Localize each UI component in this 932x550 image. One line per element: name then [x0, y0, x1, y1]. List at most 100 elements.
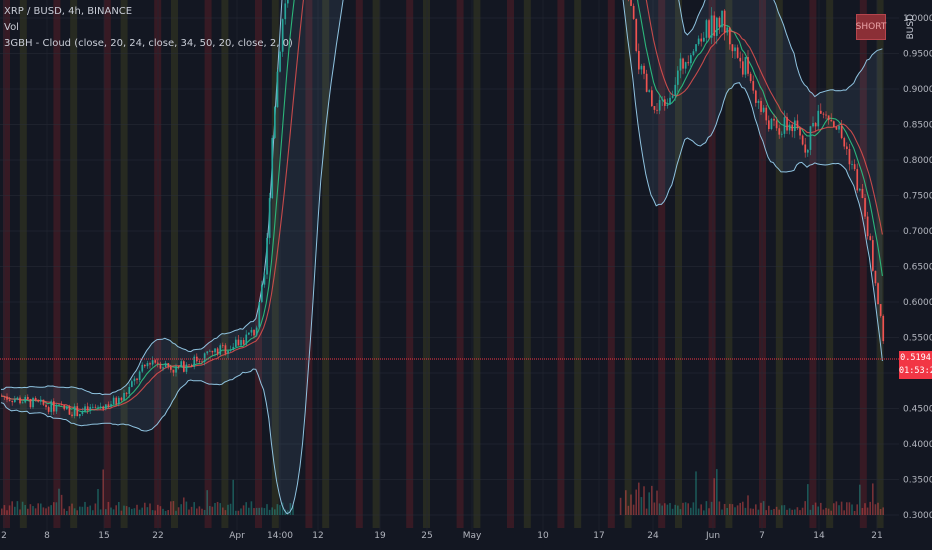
volume-bar	[198, 506, 201, 515]
candle-body	[198, 361, 201, 363]
candle-body	[216, 348, 219, 355]
volume-bar	[53, 502, 55, 515]
candle-body	[92, 406, 94, 408]
volume-legend[interactable]: Vol	[4, 20, 293, 36]
candle-body	[84, 406, 86, 412]
volume-bar	[268, 509, 271, 515]
volume-bar	[123, 505, 125, 515]
symbol-title[interactable]: XRP / BUSD, 4h, BINANCE	[4, 4, 293, 20]
candle-body	[742, 61, 744, 75]
volume-bar	[81, 506, 84, 515]
price-axis[interactable]: 0.30000.35000.40000.45000.50000.55000.60…	[903, 14, 932, 521]
candle-body	[141, 364, 144, 372]
candle-body	[643, 65, 645, 74]
volume-bar	[684, 502, 687, 515]
volume-bar	[869, 501, 871, 515]
price-chart[interactable]: 0.30000.35000.40000.45000.50000.55000.60…	[0, 0, 932, 550]
short-signal-badge: SHORT	[856, 14, 886, 40]
candle-body	[245, 334, 248, 345]
session-stripe	[473, 0, 481, 528]
volume-bar	[679, 509, 682, 515]
volume-bar	[37, 503, 39, 515]
indicator-legend[interactable]: 3GBH - Cloud (close, 20, 24, close, 34, …	[4, 36, 293, 52]
time-tick-label: 24	[647, 531, 659, 541]
candle-body	[37, 399, 40, 402]
volume-bar	[229, 503, 232, 515]
volume-bar	[723, 503, 726, 515]
session-stripe	[221, 0, 229, 528]
candle-body	[736, 47, 739, 58]
volume-bar	[136, 504, 138, 515]
time-tick-label: 17	[593, 531, 604, 541]
candle-body	[734, 47, 736, 52]
candle-body	[34, 397, 37, 400]
time-tick-label: May	[463, 531, 482, 541]
candle-body	[677, 70, 679, 85]
candle-body	[214, 348, 216, 353]
candle-body	[235, 339, 237, 347]
volume-bar	[872, 483, 874, 515]
candle-body	[73, 406, 76, 416]
candle-body	[853, 164, 856, 170]
volume-bar	[788, 508, 791, 515]
volume-bar	[866, 507, 869, 515]
candle-body	[131, 381, 133, 387]
candle-body	[768, 120, 770, 130]
session-stripe	[574, 0, 582, 528]
candle-body	[175, 366, 177, 373]
volume-bar	[242, 505, 245, 515]
session-stripe	[171, 0, 178, 528]
candle-body	[201, 361, 203, 363]
volume-bar	[843, 510, 845, 515]
volume-bar	[640, 497, 643, 515]
volume-bar	[261, 507, 263, 515]
candle-body	[700, 38, 703, 42]
candle-body	[63, 404, 66, 410]
volume-bar	[804, 501, 806, 515]
candle-body	[190, 365, 193, 367]
candle-body	[253, 329, 255, 336]
volume-bar	[666, 504, 669, 515]
volume-bar	[718, 501, 721, 515]
candle-body	[721, 10, 723, 28]
candle-body	[773, 118, 775, 121]
volume-bar	[627, 505, 630, 515]
candle-body	[125, 392, 128, 394]
candle-body	[248, 332, 250, 335]
candle-body	[635, 18, 638, 51]
volume-bar	[661, 505, 663, 515]
volume-bar	[185, 501, 188, 515]
candle-body	[55, 405, 58, 412]
candle-body	[58, 404, 60, 406]
volume-bar	[721, 509, 723, 515]
volume-bar	[203, 509, 206, 515]
candle-body	[710, 15, 713, 38]
volume-bar	[128, 507, 130, 515]
volume-bar	[164, 510, 167, 515]
candle-body	[671, 95, 674, 98]
candle-body	[105, 404, 107, 410]
time-tick-label: 8	[44, 531, 50, 541]
candle-body	[788, 124, 791, 131]
candle-body	[653, 106, 656, 110]
volume-bar	[864, 503, 866, 515]
candle-body	[866, 216, 869, 237]
session-stripe	[607, 0, 615, 528]
candle-body	[274, 107, 276, 138]
candle-body	[840, 125, 843, 139]
session-stripe	[53, 0, 61, 528]
volume-bar	[674, 504, 676, 515]
volume-bar	[175, 510, 177, 515]
volume-bar	[747, 495, 749, 515]
volume-bar	[822, 509, 825, 515]
candle-body	[666, 104, 669, 106]
candle-body	[6, 396, 8, 400]
candle-body	[240, 340, 242, 346]
candle-body	[66, 406, 68, 410]
volume-bar	[773, 508, 775, 515]
candle-body	[227, 350, 229, 354]
candle-body	[136, 378, 138, 380]
candle-body	[81, 411, 84, 415]
candle-body	[89, 406, 92, 411]
volume-bar	[1, 508, 3, 515]
